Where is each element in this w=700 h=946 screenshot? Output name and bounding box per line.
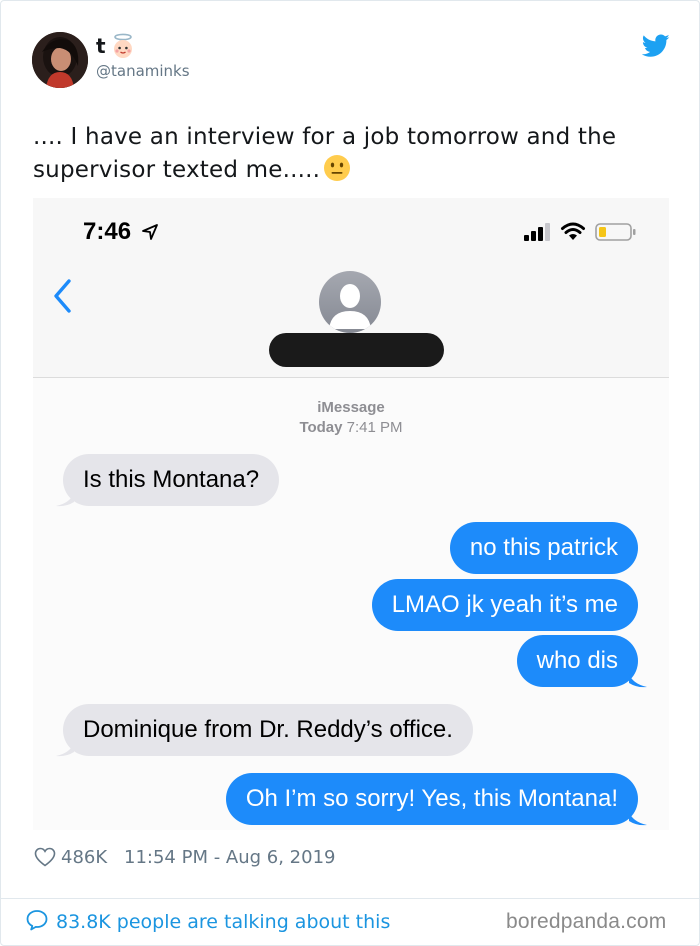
- timestamp-time: 7:41 PM: [346, 419, 403, 436]
- comment-bubble-icon[interactable]: [25, 908, 49, 932]
- twitter-bird-icon[interactable]: [642, 34, 670, 58]
- incoming-bubble-tail: [56, 743, 74, 757]
- outgoing-bubble-tail: [629, 674, 647, 688]
- avatar-photo-icon: [32, 32, 88, 88]
- tweet-text: .... I have an interview for a job tomor…: [33, 121, 673, 187]
- outgoing-bubble-tail: [629, 812, 647, 826]
- contact-avatar[interactable]: [319, 271, 381, 333]
- cellular-signal-icon: [524, 223, 550, 241]
- message-timestamp: Today 7:41 PM: [33, 419, 669, 436]
- user-handle[interactable]: @tanaminks: [96, 61, 190, 81]
- incoming-message-bubble[interactable]: Is this Montana?: [63, 454, 280, 506]
- user-avatar[interactable]: [32, 32, 88, 88]
- heart-icon[interactable]: [34, 847, 56, 867]
- outgoing-message-bubble[interactable]: who dis: [516, 635, 638, 687]
- incoming-message-bubble[interactable]: Dominique from Dr. Reddy’s office.: [63, 704, 473, 756]
- location-arrow-icon: [142, 224, 158, 240]
- phone-header: 7:46: [33, 198, 669, 378]
- battery-low-icon: [595, 223, 636, 241]
- user-display-name[interactable]: t: [96, 34, 106, 58]
- imessage-service-label: iMessage: [317, 399, 385, 416]
- timestamp-day: Today: [299, 419, 343, 436]
- tweet-card: t @tanaminks .... I have an interview fo…: [0, 0, 700, 946]
- neutral-face-emoji-icon: [324, 155, 351, 181]
- angel-emoji-icon: [114, 33, 132, 58]
- imessage-screenshot[interactable]: 7:46 iMessage Today 7:41 PM Is this Mont…: [33, 198, 669, 830]
- footer-divider: [1, 898, 700, 899]
- like-count[interactable]: 486K: [61, 846, 107, 870]
- conversation-link[interactable]: 83.8K people are talking about this: [56, 910, 390, 934]
- incoming-bubble-tail: [56, 493, 74, 507]
- back-chevron-icon[interactable]: [51, 278, 75, 314]
- person-silhouette-icon: [329, 284, 371, 329]
- outgoing-message-bubble[interactable]: LMAO jk yeah it’s me: [371, 579, 638, 631]
- tweet-timestamp[interactable]: 11:54 PM - Aug 6, 2019: [124, 846, 336, 870]
- wifi-icon: [561, 222, 585, 240]
- watermark: boredpanda.com: [506, 910, 667, 933]
- status-bar-time: 7:46: [83, 218, 132, 245]
- outgoing-message-bubble[interactable]: no this patrick: [449, 522, 638, 574]
- redacted-contact-name: [269, 333, 444, 367]
- outgoing-message-bubble[interactable]: Oh I’m so sorry! Yes, this Montana!: [225, 773, 638, 825]
